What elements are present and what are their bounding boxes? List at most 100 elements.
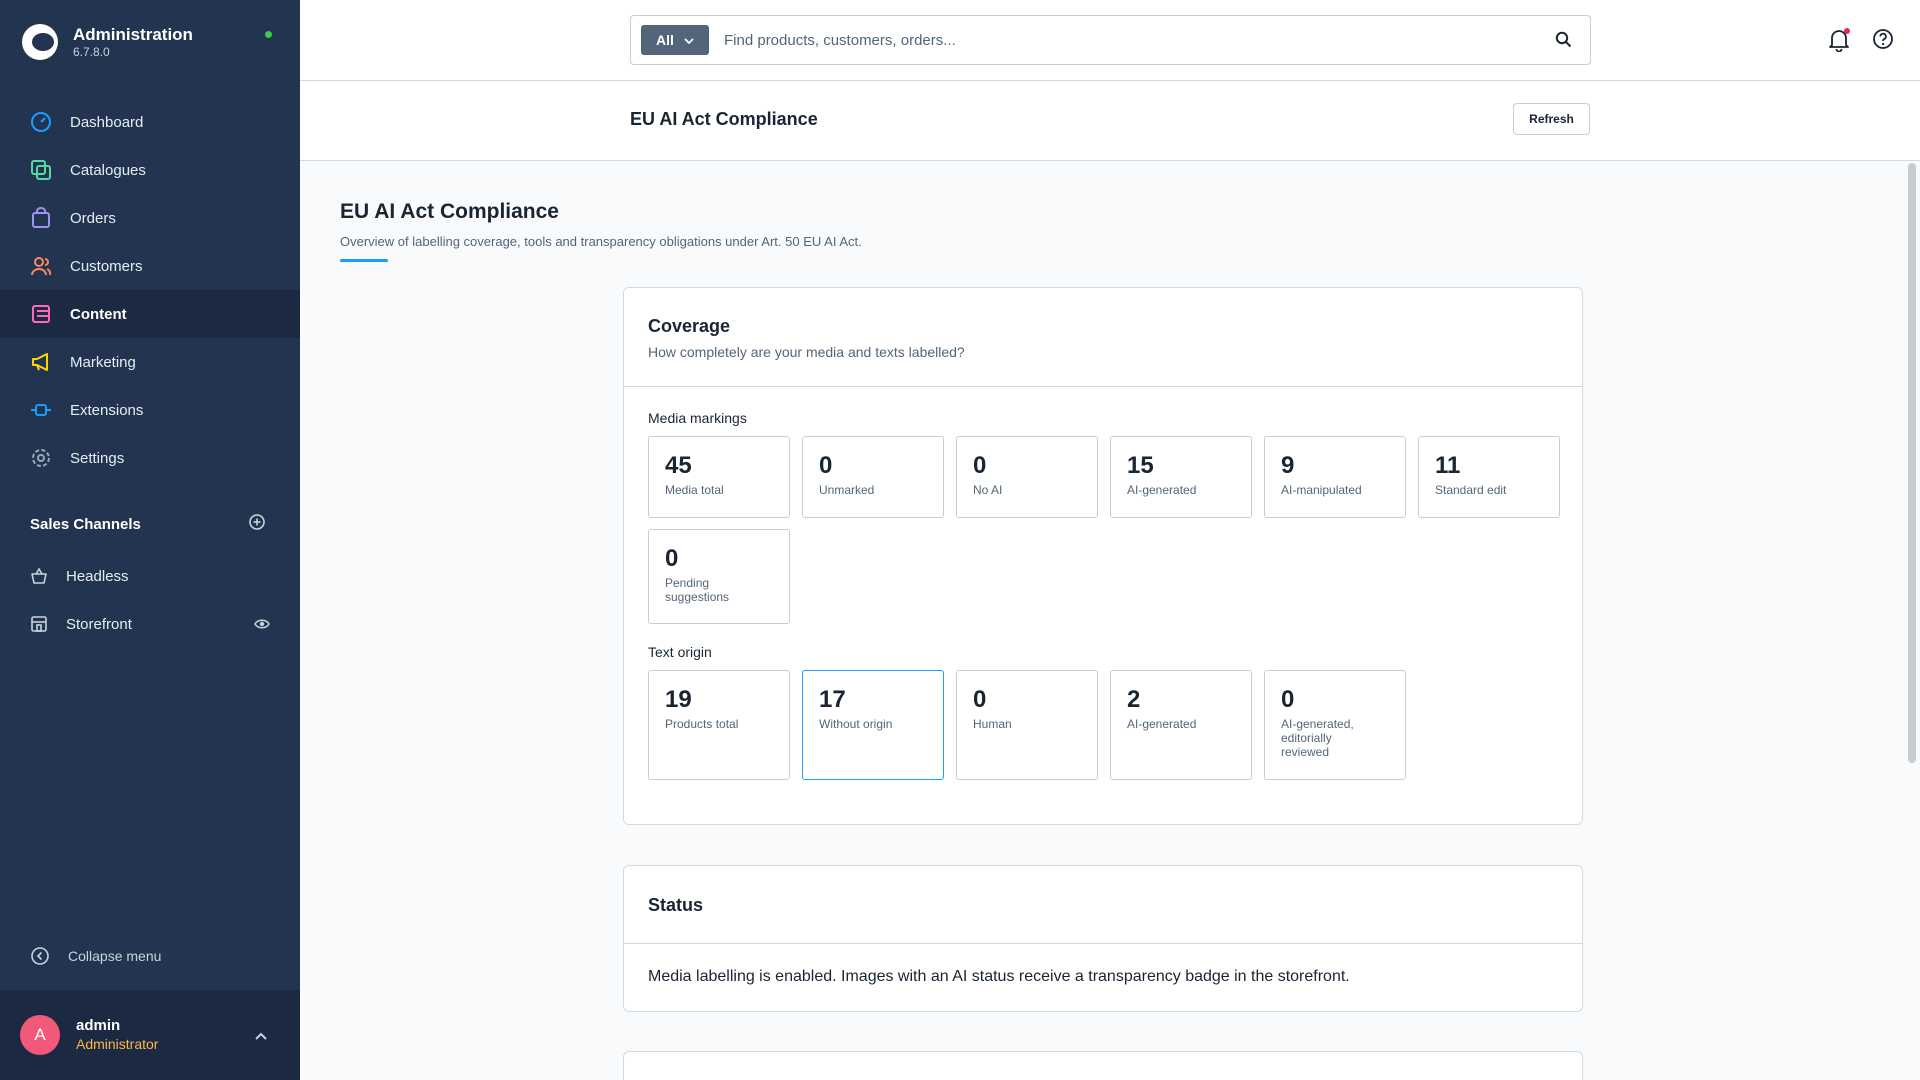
- stat-label: Standard edit: [1435, 483, 1507, 497]
- nav-item-marketing[interactable]: Marketing: [0, 338, 300, 386]
- nav-label: Catalogues: [70, 161, 146, 179]
- nav-item-content[interactable]: Content: [0, 290, 300, 338]
- stat-value: 17: [819, 686, 846, 713]
- user-role: Administrator: [76, 1036, 159, 1052]
- status-card: Status Media labelling is enabled. Image…: [623, 865, 1583, 1012]
- stat-label: Human: [973, 717, 1012, 731]
- content-title: EU AI Act Compliance: [340, 200, 559, 223]
- app-title-block: Administration 6.7.8.0: [73, 25, 193, 59]
- catalogue-icon: [30, 159, 52, 181]
- status-text: Media labelling is enabled. Images with …: [648, 968, 1350, 985]
- sales-channel-label: Headless: [66, 567, 129, 585]
- stat-label: AI-generated: [1127, 717, 1197, 731]
- stat-value: 11: [1435, 452, 1461, 479]
- stat-value: 9: [1281, 452, 1295, 479]
- stat-value: 0: [973, 452, 987, 479]
- coverage-title: Coverage: [648, 316, 731, 336]
- stat-tile-media-total: 45 Media total: [648, 436, 790, 518]
- stat-value: 19: [665, 686, 692, 713]
- global-search: All: [630, 15, 1591, 65]
- stat-value: 0: [819, 452, 833, 479]
- nav-label: Customers: [70, 257, 143, 275]
- chevron-up-icon[interactable]: [254, 1028, 268, 1046]
- next-card: [623, 1051, 1583, 1080]
- collapse-menu-label: Collapse menu: [68, 948, 162, 964]
- shopware-logo-icon[interactable]: [22, 24, 58, 60]
- stat-label: AI-manipulated: [1281, 483, 1362, 497]
- text-origin-label: Text origin: [648, 644, 712, 660]
- search-type-dropdown[interactable]: All: [641, 25, 709, 55]
- nav-item-customers[interactable]: Customers: [0, 242, 300, 290]
- stat-tile-ai-generated: 15 AI-generated: [1110, 436, 1252, 518]
- basket-icon: [30, 565, 48, 587]
- nav-label: Dashboard: [70, 113, 144, 131]
- search-icon[interactable]: [1555, 31, 1572, 53]
- storefront-icon: [30, 613, 48, 635]
- nav-label: Extensions: [70, 401, 144, 419]
- stat-tile-without-origin[interactable]: 17 Without origin: [802, 670, 944, 780]
- stat-tile-ai-generated-reviewed: 0 AI-generated, editorially reviewed: [1264, 670, 1406, 780]
- media-markings-label: Media markings: [648, 410, 747, 426]
- sales-channel-label: Storefront: [66, 615, 132, 633]
- add-sales-channel-icon[interactable]: [248, 513, 266, 535]
- nav-item-orders[interactable]: Orders: [0, 194, 300, 242]
- collapse-menu-button[interactable]: Collapse menu: [30, 946, 161, 966]
- main-nav: Dashboard Catalogues Orders Customers Co…: [0, 98, 300, 482]
- stat-tile-pending-suggestions: 0 Pending suggestions: [648, 529, 790, 624]
- stat-tile-unmarked: 0 Unmarked: [802, 436, 944, 518]
- sidebar-header: Administration 6.7.8.0: [0, 0, 300, 84]
- page-title: EU AI Act Compliance: [630, 109, 818, 129]
- page-header: EU AI Act Compliance Refresh: [300, 81, 1920, 161]
- nav-item-extensions[interactable]: Extensions: [0, 386, 300, 434]
- extensions-icon: [30, 399, 52, 421]
- sales-channels-header: Sales Channels: [0, 512, 300, 536]
- stat-tile-products-total: 19 Products total: [648, 670, 790, 780]
- stat-tile-human: 0 Human: [956, 670, 1098, 780]
- dashboard-icon: [30, 111, 52, 133]
- user-info: admin Administrator: [76, 1016, 158, 1054]
- sales-channel-headless[interactable]: Headless: [0, 552, 300, 600]
- stat-label: Media total: [665, 483, 724, 497]
- chevron-left-circle-icon: [30, 946, 50, 966]
- nav-item-dashboard[interactable]: Dashboard: [0, 98, 300, 146]
- coverage-subtitle: How completely are your media and texts …: [648, 344, 965, 360]
- sales-channels-title: Sales Channels: [30, 515, 141, 533]
- marketing-icon: [30, 351, 52, 373]
- stat-tile-no-ai: 0 No AI: [956, 436, 1098, 518]
- stat-tile-text-ai-generated: 2 AI-generated: [1110, 670, 1252, 780]
- stat-label: No AI: [973, 483, 1003, 497]
- user-menu[interactable]: A admin Administrator: [0, 990, 300, 1080]
- help-icon[interactable]: [1872, 28, 1894, 55]
- sales-channel-storefront[interactable]: Storefront: [0, 600, 300, 648]
- stat-value: 2: [1127, 686, 1141, 713]
- eye-icon[interactable]: [254, 617, 270, 635]
- nav-label: Orders: [70, 209, 116, 227]
- stat-label: Products total: [665, 717, 739, 731]
- settings-icon: [30, 447, 52, 469]
- sidebar: Administration 6.7.8.0 Dashboard Catalog…: [0, 0, 300, 1080]
- stat-tile-standard-edit: 11 Standard edit: [1418, 436, 1560, 518]
- refresh-button[interactable]: Refresh: [1513, 103, 1590, 135]
- search-input[interactable]: [724, 31, 1524, 49]
- stat-value: 0: [973, 686, 987, 713]
- title-underline: [340, 259, 388, 262]
- stat-tile-ai-manipulated: 9 AI-manipulated: [1264, 436, 1406, 518]
- nav-item-settings[interactable]: Settings: [0, 434, 300, 482]
- nav-label: Marketing: [70, 353, 136, 371]
- coverage-header: Coverage How completely are your media a…: [624, 288, 1582, 387]
- nav-item-catalogues[interactable]: Catalogues: [0, 146, 300, 194]
- stat-label: Unmarked: [819, 483, 875, 497]
- chevron-down-icon: [684, 32, 694, 48]
- customers-icon: [30, 255, 52, 277]
- stat-value: 0: [1281, 686, 1295, 713]
- top-bar: All: [300, 0, 1920, 81]
- scrollbar[interactable]: [1908, 163, 1916, 763]
- orders-icon: [30, 207, 52, 229]
- nav-label: Content: [70, 305, 127, 323]
- content-icon: [30, 303, 52, 325]
- nav-label: Settings: [70, 449, 125, 467]
- online-status-dot: [265, 31, 272, 38]
- status-header: Status: [624, 866, 1582, 944]
- stat-label: AI-generated: [1127, 483, 1197, 497]
- notification-badge: [1844, 28, 1850, 34]
